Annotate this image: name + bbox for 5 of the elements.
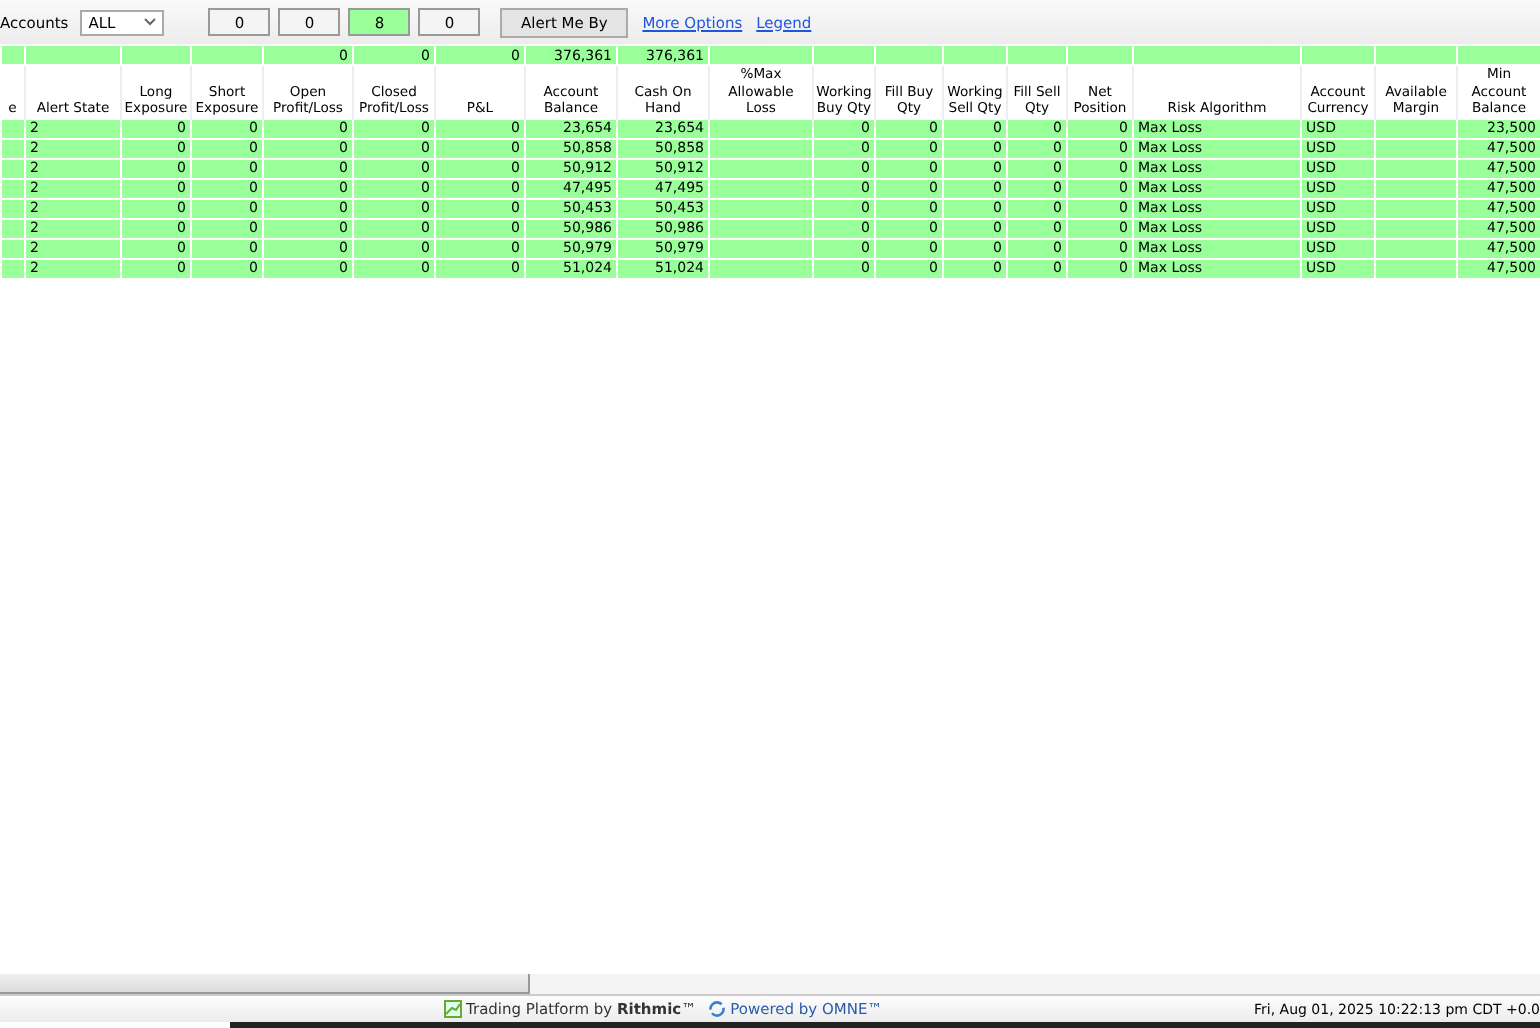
refresh-icon (708, 1000, 727, 1018)
chevron-down-icon (144, 18, 157, 26)
horizontal-scrollbar[interactable] (0, 974, 1540, 994)
chart-icon (444, 1000, 462, 1018)
scrollbar-thumb[interactable] (0, 974, 530, 994)
